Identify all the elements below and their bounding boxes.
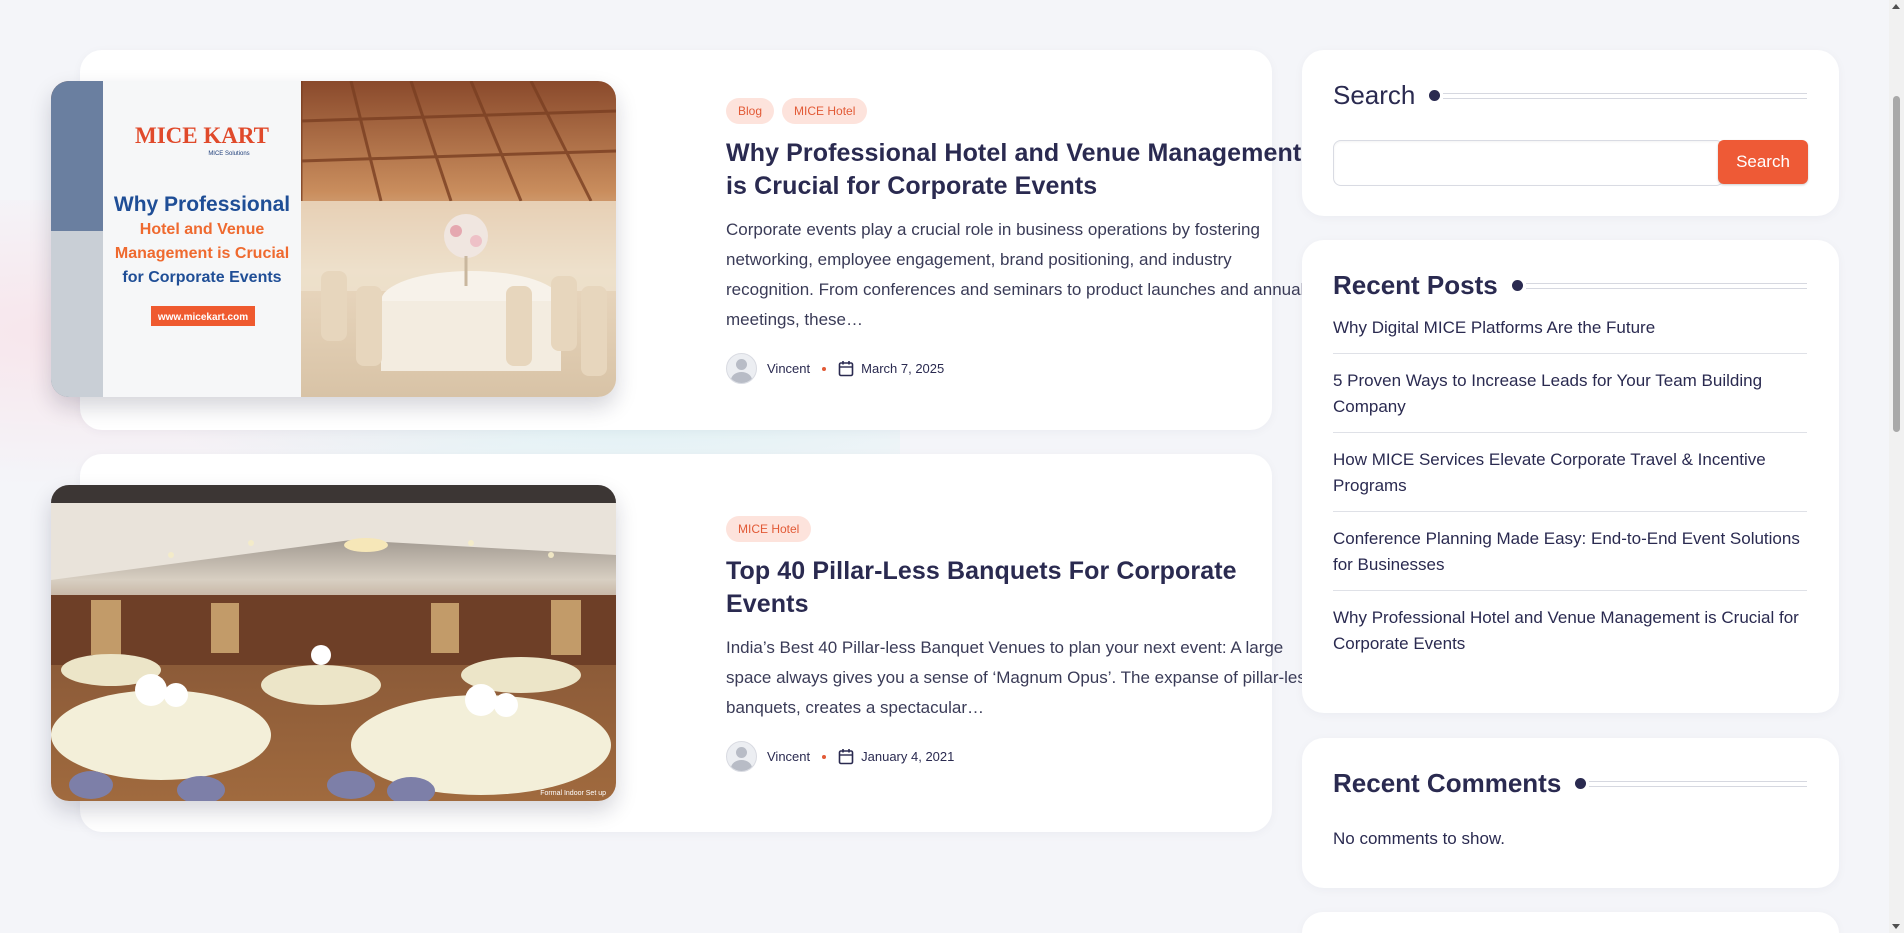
page-scrollbar[interactable]	[1889, 0, 1904, 933]
recent-posts-list: Why Digital MICE Platforms Are the Futur…	[1333, 315, 1807, 669]
svg-text:Why Professional: Why Professional	[114, 193, 290, 216]
user-avatar-icon	[726, 353, 757, 384]
post-image-micekart: MICE KART MICE Solutions Why Professiona…	[51, 81, 616, 397]
search-widget: Search Search	[1302, 50, 1839, 216]
no-comments-text: No comments to show.	[1333, 829, 1505, 848]
widget-header: Search	[1333, 80, 1807, 111]
post-image-banquet: Formal Indoor Set up	[51, 485, 616, 801]
post-author[interactable]: Vincent	[767, 361, 810, 376]
scroll-down-arrow-icon[interactable]	[1892, 924, 1900, 929]
svg-text:Management is Crucial: Management is Crucial	[115, 245, 289, 262]
calendar-icon	[838, 748, 854, 765]
calendar-icon	[838, 360, 854, 377]
title-dot	[1511, 280, 1523, 291]
widget-title: Recent Comments	[1333, 768, 1562, 798]
meta-separator	[822, 754, 827, 759]
post-meta: Vincent March 7, 2025	[726, 353, 1316, 384]
post-card: Formal Indoor Set up MICE Hotel Top 40 P…	[51, 454, 1314, 832]
recent-post-link[interactable]: Why Digital MICE Platforms Are the Futur…	[1333, 315, 1807, 354]
user-avatar-icon	[726, 741, 757, 772]
tag-badge[interactable]: MICE Hotel	[726, 516, 812, 542]
post-date[interactable]: March 7, 2025	[861, 361, 944, 376]
post-thumbnail[interactable]: Formal Indoor Set up	[51, 485, 616, 801]
svg-text:for Corporate Events: for Corporate Events	[122, 269, 281, 286]
recent-comments-widget: Recent Comments No comments to show.	[1302, 738, 1839, 888]
post-tags: Blog MICE Hotel	[726, 98, 1316, 124]
svg-text:www.micekart.com: www.micekart.com	[157, 312, 248, 323]
post-title[interactable]: Why Professional Hotel and Venue Managem…	[726, 137, 1316, 203]
widget-title: Recent Posts	[1333, 270, 1498, 300]
recent-post-link[interactable]: Conference Planning Made Easy: End-to-En…	[1333, 512, 1807, 591]
widget-header: Recent Posts	[1333, 270, 1807, 301]
post-excerpt: Corporate events play a crucial role in …	[726, 220, 1305, 329]
svg-text:MICE Solutions: MICE Solutions	[208, 151, 249, 157]
recent-post-link[interactable]: 5 Proven Ways to Increase Leads for Your…	[1333, 354, 1807, 433]
title-line	[1525, 282, 1807, 289]
widget-header: Recent Comments	[1333, 768, 1807, 799]
search-input[interactable]	[1333, 140, 1724, 186]
next-widget	[1302, 912, 1839, 933]
post-excerpt: India’s Best 40 Pillar-less Banquet Venu…	[726, 638, 1315, 717]
search-button[interactable]: Search	[1718, 140, 1808, 184]
tag-badge[interactable]: Blog	[726, 98, 775, 124]
title-dot	[1429, 90, 1441, 101]
title-line	[1589, 780, 1807, 787]
image-caption: Formal Indoor Set up	[540, 790, 606, 797]
title-dot	[1575, 778, 1587, 789]
post-card: MICE KART MICE Solutions Why Professiona…	[51, 50, 1304, 430]
post-author[interactable]: Vincent	[767, 749, 810, 764]
post-title[interactable]: Top 40 Pillar-Less Banquets For Corporat…	[726, 555, 1316, 621]
post-meta: Vincent January 4, 2021	[726, 741, 1316, 772]
recent-post-link[interactable]: Why Professional Hotel and Venue Managem…	[1333, 591, 1807, 669]
svg-text:Hotel and Venue: Hotel and Venue	[140, 221, 265, 238]
post-thumbnail[interactable]: MICE KART MICE Solutions Why Professiona…	[51, 81, 616, 397]
post-content: MICE Hotel Top 40 Pillar-Less Banquets F…	[726, 516, 1316, 772]
meta-separator	[822, 366, 827, 371]
tag-badge[interactable]: MICE Hotel	[782, 98, 868, 124]
post-content: Blog MICE Hotel Why Professional Hotel a…	[726, 98, 1316, 384]
recent-posts-widget: Recent Posts Why Digital MICE Platforms …	[1302, 240, 1839, 713]
post-tags: MICE Hotel	[726, 516, 1316, 542]
post-date[interactable]: January 4, 2021	[861, 749, 954, 764]
scroll-up-arrow-icon[interactable]	[1892, 4, 1900, 9]
recent-post-link[interactable]: How MICE Services Elevate Corporate Trav…	[1333, 433, 1807, 512]
title-line	[1443, 92, 1807, 99]
scrollbar-thumb[interactable]	[1893, 96, 1900, 432]
micekart-logo: MICE KART	[135, 123, 269, 148]
widget-title: Search	[1333, 80, 1416, 110]
